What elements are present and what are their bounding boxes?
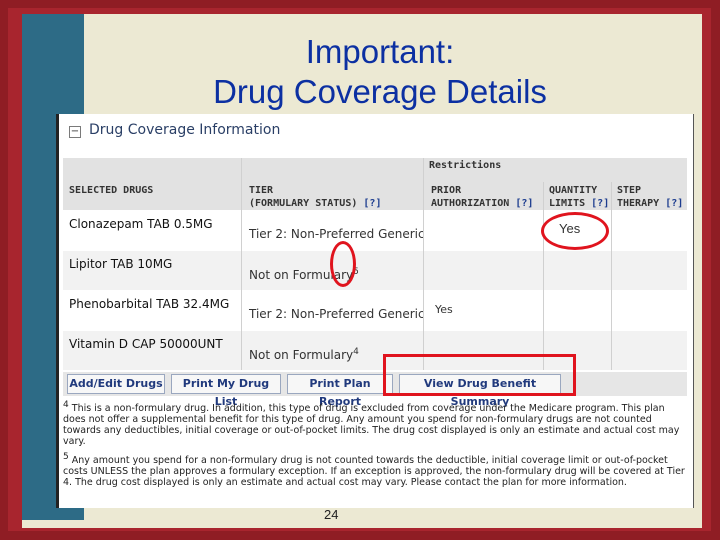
footnote-marker: 4 [353, 347, 359, 357]
footnote-5: 5 Any amount you spend for a non-formula… [63, 452, 687, 488]
drug-coverage-screenshot: − Drug Coverage Information Restrictions … [56, 114, 694, 508]
column-header-step: STEP THERAPY [?] [617, 184, 683, 210]
column-divider [611, 182, 612, 370]
column-header-drugs: SELECTED DRUGS [69, 184, 153, 197]
slide-title: Important: Drug Coverage Details [110, 32, 650, 112]
panel-header: − Drug Coverage Information [69, 122, 280, 138]
page-number: 24 [324, 507, 339, 522]
add-edit-drugs-button[interactable]: Add/Edit Drugs [67, 374, 165, 394]
column-header-qty-line2: LIMITS [549, 198, 586, 209]
footnote-5-marker: 5 [63, 452, 69, 463]
drug-tier: Tier 2: Non-Preferred Generic [249, 227, 425, 241]
drug-tier-text: Tier 2: Non-Preferred Generic [249, 307, 425, 321]
drug-name: Phenobarbital TAB 32.4MG [69, 297, 230, 311]
button-bar: Add/Edit Drugs Print My Drug List Print … [63, 372, 687, 408]
footnote-5-text: Any amount you spend for a non-formulary… [63, 455, 685, 489]
table-row: Vitamin D CAP 50000UNT Not on Formulary4 [63, 331, 687, 370]
print-drug-list-button[interactable]: Print My Drug List [171, 374, 281, 408]
drug-name: Vitamin D CAP 50000UNT [69, 337, 223, 351]
column-header-quantity: QUANTITY LIMITS [?] [549, 184, 609, 210]
column-header-drugs-text: SELECTED DRUGS [69, 185, 154, 196]
table-row: Phenobarbital TAB 32.4MG Tier 2: Non-Pre… [63, 291, 687, 330]
drug-name: Lipitor TAB 10MG [69, 257, 173, 271]
drug-tier-text: Not on Formulary [249, 348, 354, 362]
column-header-tier-line2: (FORMULARY STATUS) [249, 198, 358, 209]
column-header-prior-line2: AUTHORIZATION [431, 198, 510, 209]
column-header-step-line2: THERAPY [617, 198, 660, 209]
drug-tier: Not on Formulary4 [249, 347, 359, 362]
restrictions-label: Restrictions [429, 160, 502, 171]
panel-heading: Drug Coverage Information [89, 122, 281, 138]
highlight-oval-footnote [330, 241, 356, 287]
drug-name: Clonazepam TAB 0.5MG [69, 217, 213, 231]
column-header-tier: TIER (FORMULARY STATUS) [?] [249, 184, 381, 210]
slide-title-line2: Drug Coverage Details [213, 73, 547, 110]
print-plan-report-button[interactable]: Print Plan Report [287, 374, 393, 408]
column-header-qty-line1: QUANTITY [549, 185, 598, 196]
slide-title-line1: Important: [305, 33, 455, 70]
prior-auth-value: Yes [435, 303, 453, 316]
column-divider [241, 158, 242, 370]
help-link-step[interactable]: [?] [665, 198, 683, 209]
table-row: Lipitor TAB 10MG Not on Formulary5 [63, 251, 687, 290]
footnotes: 4 This is a non-formulary drug. In addit… [63, 400, 687, 493]
column-header-prior-line1: PRIOR [431, 185, 462, 196]
help-link-tier[interactable]: [?] [363, 198, 381, 209]
footnote-4-marker: 4 [63, 400, 69, 410]
callout-yes-text: Yes [559, 221, 581, 236]
column-divider [543, 182, 544, 370]
footnote-4: 4 This is a non-formulary drug. In addit… [63, 400, 687, 447]
help-link-prior[interactable]: [?] [515, 198, 533, 209]
drug-tier-text: Tier 2: Non-Preferred Generic [249, 227, 425, 241]
drug-tier: Tier 2: Non-Preferred Generic [249, 307, 425, 321]
collapse-icon[interactable]: − [69, 126, 81, 138]
highlight-box-summary-button [383, 354, 576, 396]
footnote-4-text: This is a non-formulary drug. In additio… [63, 403, 680, 448]
column-divider [423, 158, 424, 370]
help-link-qty[interactable]: [?] [591, 198, 609, 209]
column-header-tier-line1: TIER [249, 185, 274, 196]
column-header-prior-auth: PRIOR AUTHORIZATION [?] [431, 184, 533, 210]
column-header-step-line1: STEP [617, 185, 642, 196]
